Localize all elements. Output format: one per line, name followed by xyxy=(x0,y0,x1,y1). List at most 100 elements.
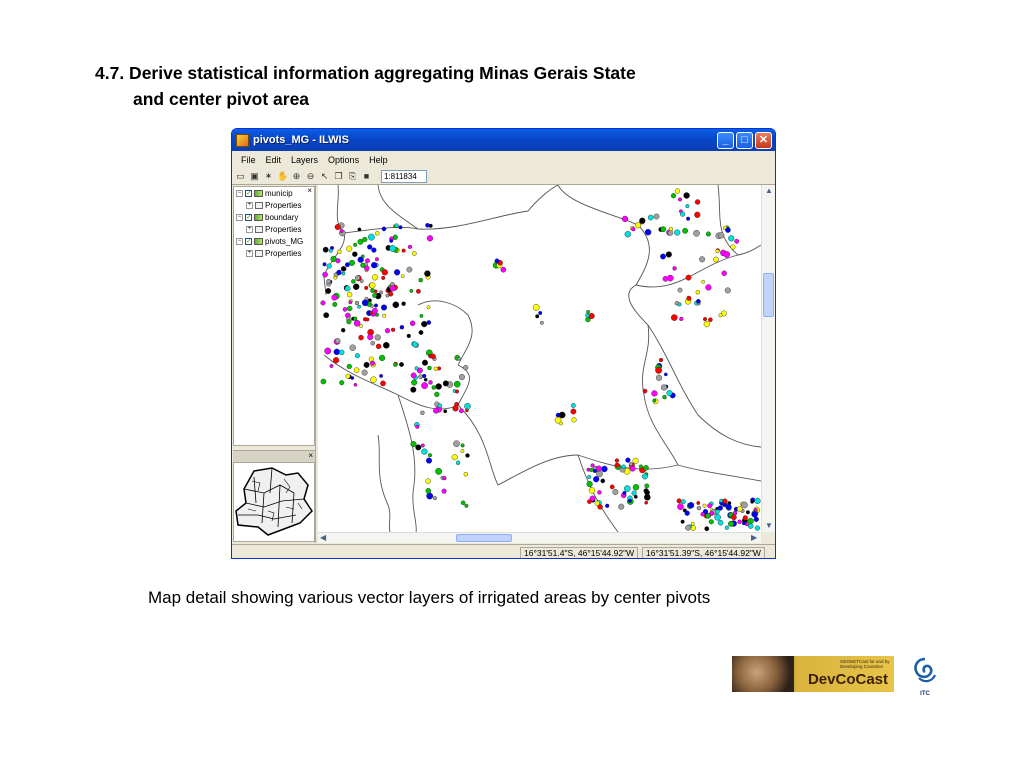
collapse-icon[interactable]: − xyxy=(236,213,243,221)
paste-icon[interactable]: ⎘ xyxy=(347,171,358,182)
center-pivot-point xyxy=(344,262,350,268)
center-pivot-point xyxy=(425,488,432,494)
menu-layers[interactable]: Layers xyxy=(286,155,323,165)
center-pivot-point xyxy=(415,444,422,451)
expand-icon[interactable]: + xyxy=(246,249,253,257)
center-pivot-point xyxy=(339,349,345,356)
center-pivot-point xyxy=(714,513,721,521)
layer-row-pivots[interactable]: − ✓ pivots_MG xyxy=(234,235,314,247)
center-pivot-point xyxy=(322,262,327,267)
center-pivot-point xyxy=(605,503,610,508)
layer-label: boundary xyxy=(265,212,299,222)
pointer-icon[interactable]: ↖ xyxy=(319,171,330,182)
center-pivot-point xyxy=(422,373,427,379)
pan-hand-icon[interactable]: ✋ xyxy=(277,171,288,182)
layer-properties-row[interactable]: + Properties xyxy=(234,223,314,235)
map-view[interactable] xyxy=(318,184,762,533)
expand-icon[interactable]: + xyxy=(246,225,253,233)
window-titlebar[interactable]: pivots_MG - ILWIS _ □ ✕ xyxy=(232,129,775,151)
center-pivot-point xyxy=(464,402,471,410)
center-pivot-point xyxy=(390,327,396,332)
center-pivot-point xyxy=(337,249,342,255)
devcocast-logo: GEONETCast for and by Developing Countri… xyxy=(732,656,894,692)
layer-panel: × − ✓ municip + Properties − ✓ boundary … xyxy=(232,185,316,543)
maximize-button[interactable]: □ xyxy=(736,131,753,149)
horizontal-scroll-thumb[interactable] xyxy=(456,534,512,542)
zoom-in-icon[interactable]: ⊕ xyxy=(291,171,302,182)
horizontal-scrollbar[interactable]: ◀ ▶ xyxy=(318,532,761,543)
center-pivot-point xyxy=(614,462,620,468)
center-pivot-point xyxy=(463,472,469,477)
overview-close-icon[interactable]: × xyxy=(308,451,313,460)
center-pivot-point xyxy=(731,514,737,521)
layer-panel-close-icon[interactable]: × xyxy=(307,186,312,195)
menu-help[interactable]: Help xyxy=(364,155,393,165)
center-pivot-point xyxy=(322,246,329,253)
layer-row-boundary[interactable]: − ✓ boundary xyxy=(234,211,314,223)
center-pivot-point xyxy=(632,457,639,464)
scroll-up-icon[interactable]: ▲ xyxy=(765,186,773,195)
devcocast-face-image xyxy=(732,656,794,692)
menu-file[interactable]: File xyxy=(236,155,261,165)
properties-label: Properties xyxy=(265,224,302,234)
copy-icon[interactable]: ❐ xyxy=(333,171,344,182)
vertical-scrollbar[interactable]: ▲ ▼ xyxy=(761,185,775,532)
center-pivot-point xyxy=(728,520,735,527)
center-pivot-point xyxy=(535,314,540,319)
center-pivot-point xyxy=(357,304,361,309)
center-pivot-point xyxy=(703,321,710,328)
center-pivot-point xyxy=(700,512,705,517)
overview-map[interactable] xyxy=(233,462,315,542)
center-pivot-point xyxy=(621,215,629,223)
collapse-icon[interactable]: − xyxy=(236,189,243,197)
center-pivot-point xyxy=(420,443,425,448)
center-pivot-point xyxy=(454,389,459,394)
save-icon[interactable]: ■ xyxy=(361,171,372,182)
scroll-down-icon[interactable]: ▼ xyxy=(765,521,773,530)
close-button[interactable]: ✕ xyxy=(755,131,772,149)
center-pivot-point xyxy=(452,405,459,412)
center-pivot-point xyxy=(458,408,464,414)
menu-edit[interactable]: Edit xyxy=(261,155,287,165)
center-pivot-point xyxy=(676,498,682,504)
vertical-scroll-thumb[interactable] xyxy=(763,273,774,317)
menu-options[interactable]: Options xyxy=(323,155,364,165)
toolbar: ▭ ▣ ✶ ✋ ⊕ ⊖ ↖ ❐ ⎘ ■ 1:811834 xyxy=(232,168,775,185)
center-pivot-point xyxy=(622,491,627,496)
center-pivot-point xyxy=(406,266,413,273)
center-pivot-point xyxy=(753,507,758,512)
center-pivot-point xyxy=(411,379,418,386)
center-pivot-point xyxy=(419,313,424,318)
center-pivot-point xyxy=(754,525,761,531)
collapse-icon[interactable]: − xyxy=(236,237,243,245)
layer-properties-row[interactable]: + Properties xyxy=(234,247,314,259)
scale-field[interactable]: 1:811834 xyxy=(381,169,427,183)
scroll-right-icon[interactable]: ▶ xyxy=(751,533,757,542)
center-pivot-point xyxy=(674,188,681,194)
scroll-left-icon[interactable]: ◀ xyxy=(320,533,326,542)
center-pivot-point xyxy=(370,262,378,269)
layer-row-municip[interactable]: − ✓ municip xyxy=(234,187,314,199)
center-pivot-point xyxy=(349,259,356,266)
normal-icon[interactable]: ✶ xyxy=(263,171,274,182)
center-pivot-point xyxy=(380,380,386,387)
center-pivot-point xyxy=(457,356,461,361)
center-pivot-point xyxy=(570,403,576,408)
layer-icon xyxy=(254,189,263,197)
center-pivot-point xyxy=(346,319,352,325)
layer-checkbox[interactable]: ✓ xyxy=(245,189,252,197)
center-pivot-point xyxy=(658,357,664,363)
expand-icon[interactable]: + xyxy=(246,201,253,209)
layer-checkbox[interactable]: ✓ xyxy=(245,237,252,245)
entire-map-icon[interactable]: ▭ xyxy=(235,171,246,182)
layer-checkbox[interactable]: ✓ xyxy=(245,213,252,221)
overview-icon[interactable]: ▣ xyxy=(249,171,260,182)
minimize-button[interactable]: _ xyxy=(717,131,734,149)
layer-properties-row[interactable]: + Properties xyxy=(234,199,314,211)
center-pivot-point xyxy=(677,287,683,293)
center-pivot-point xyxy=(393,362,398,367)
center-pivot-point xyxy=(641,473,648,480)
zoom-out-icon[interactable]: ⊖ xyxy=(305,171,316,182)
center-pivot-point xyxy=(723,251,731,258)
center-pivot-point xyxy=(323,312,330,319)
